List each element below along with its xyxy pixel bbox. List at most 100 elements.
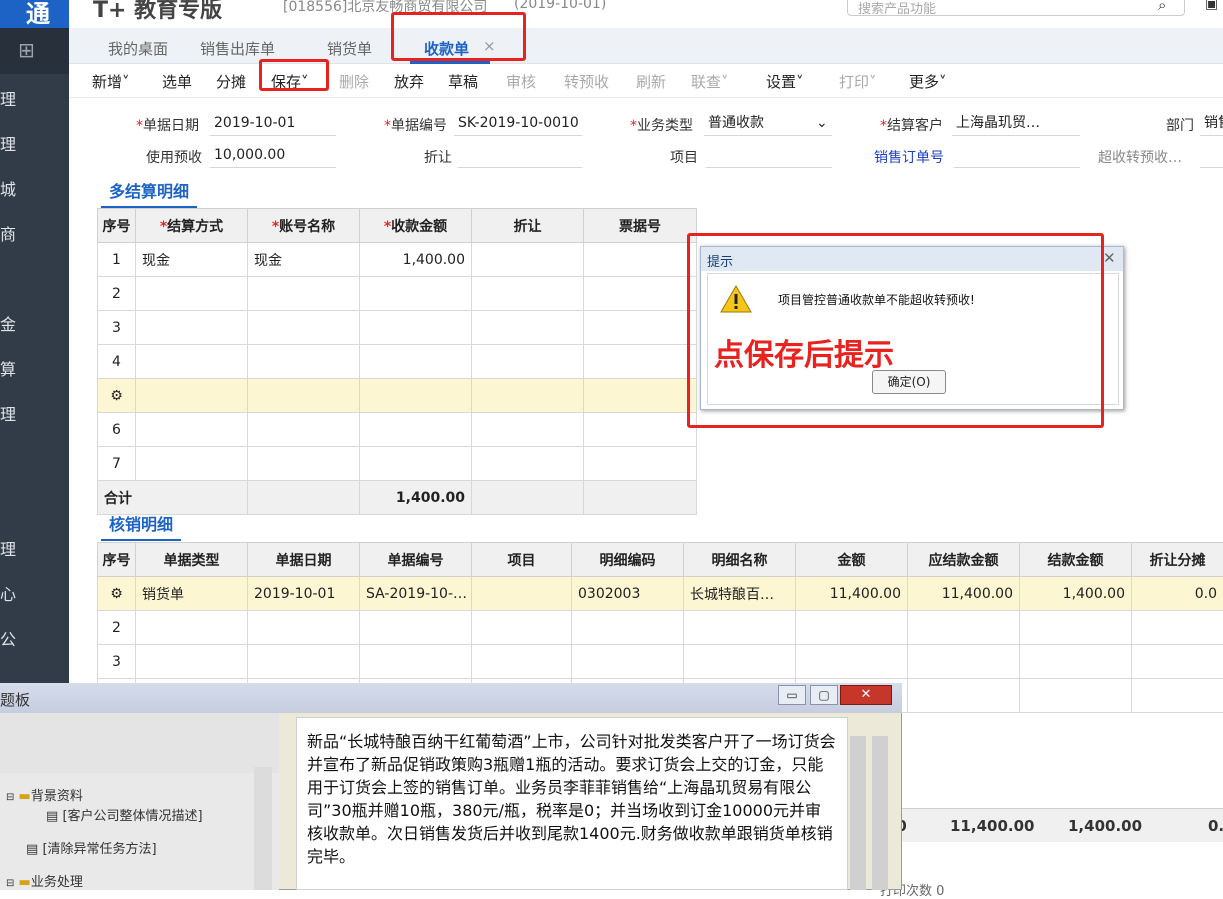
cell[interactable]: [472, 413, 584, 447]
prepay-field[interactable]: 10,000.00: [210, 144, 336, 168]
minimize-button[interactable]: ▭: [778, 685, 806, 705]
biz-type-select[interactable]: 普通收款⌄: [704, 112, 832, 136]
over-receive-field[interactable]: [1200, 144, 1223, 168]
doc-date-field[interactable]: 2019-10-01: [210, 112, 336, 136]
table-row[interactable]: 4: [98, 345, 697, 379]
cell[interactable]: [584, 345, 697, 379]
nav-item-6[interactable]: 算: [0, 356, 16, 380]
discount-field[interactable]: [458, 144, 582, 168]
sales-order-field[interactable]: [954, 144, 1080, 168]
nav-item-2[interactable]: 理: [0, 131, 16, 155]
table-row[interactable]: 3: [98, 311, 697, 345]
query-button[interactable]: 联查˅: [691, 71, 729, 92]
table-row[interactable]: 6: [98, 413, 697, 447]
more-button[interactable]: 更多˅: [909, 71, 947, 92]
cell[interactable]: [360, 447, 472, 481]
draft-button[interactable]: 草稿: [448, 71, 478, 92]
new-button[interactable]: 新增˅: [92, 71, 130, 92]
settled-cell[interactable]: 1,400.00: [1020, 577, 1132, 611]
to-prepay-button[interactable]: 转预收: [564, 71, 609, 92]
cell[interactable]: [136, 345, 248, 379]
cell[interactable]: [472, 277, 584, 311]
account-cell[interactable]: 现金: [248, 243, 360, 277]
print-button[interactable]: 打印˅: [839, 71, 877, 92]
split-button[interactable]: 分摊: [216, 71, 246, 92]
cell[interactable]: [136, 311, 248, 345]
maximize-button[interactable]: ▢: [810, 685, 838, 705]
audit-button[interactable]: 审核: [506, 71, 536, 92]
cell[interactable]: [584, 447, 697, 481]
abandon-button[interactable]: 放弃: [394, 71, 424, 92]
settle-method-cell[interactable]: 现金: [136, 243, 248, 277]
cell[interactable]: [360, 311, 472, 345]
cell[interactable]: [472, 379, 584, 413]
nav-item-10[interactable]: 公: [0, 626, 16, 650]
refresh-button[interactable]: 刷新: [636, 71, 666, 92]
doc-no-link[interactable]: SA-2019-10-…: [360, 577, 472, 611]
settings-button[interactable]: 设置˅: [766, 71, 804, 92]
delete-button[interactable]: 删除: [339, 71, 369, 92]
cell[interactable]: [360, 277, 472, 311]
doc-no-field[interactable]: SK-2019-10-0010: [454, 112, 582, 136]
tab-sales-outbound[interactable]: 销售出库单: [200, 38, 275, 59]
table-row[interactable]: ⚙ 销货单 2019-10-01 SA-2019-10-… 0302003 长城…: [98, 577, 1223, 611]
table-row[interactable]: ⚙: [98, 379, 697, 413]
tree-node-clear-task[interactable]: ▤ [清除异常任务方法]: [26, 838, 157, 857]
bill-no-cell[interactable]: [584, 243, 697, 277]
nav-item-4[interactable]: 商: [0, 221, 16, 245]
nav-item-9[interactable]: 心: [0, 581, 16, 605]
add-menu-button[interactable]: ⊞: [0, 28, 69, 74]
cell[interactable]: [360, 413, 472, 447]
select-button[interactable]: 选单: [162, 71, 192, 92]
cell[interactable]: [248, 447, 360, 481]
cell[interactable]: [584, 311, 697, 345]
row-settings-icon[interactable]: ⚙: [98, 379, 136, 413]
close-button[interactable]: ✕: [840, 685, 892, 705]
table-row[interactable]: 2: [98, 277, 697, 311]
cell[interactable]: [136, 277, 248, 311]
project-field[interactable]: [706, 144, 832, 168]
cell[interactable]: [360, 345, 472, 379]
cell[interactable]: [248, 277, 360, 311]
cell[interactable]: [248, 413, 360, 447]
table-row[interactable]: 3: [98, 645, 1223, 679]
discount-share-cell[interactable]: 0.0: [1132, 577, 1223, 611]
cell[interactable]: [248, 379, 360, 413]
dept-field[interactable]: 销售: [1200, 112, 1223, 136]
tab-sales-invoice[interactable]: 销货单: [327, 38, 372, 59]
cell[interactable]: [472, 345, 584, 379]
settle-section-title[interactable]: 多结算明细: [101, 178, 197, 208]
tree-node-company[interactable]: ▤ [客户公司整体情况描述]: [46, 805, 203, 824]
cell[interactable]: [360, 379, 472, 413]
writeoff-section-title[interactable]: 核销明细: [101, 511, 181, 541]
cell[interactable]: [136, 413, 248, 447]
nav-item-7[interactable]: 理: [0, 401, 16, 425]
text-scrollbar-2[interactable]: [872, 736, 888, 890]
table-row[interactable]: 2: [98, 611, 1223, 645]
text-scrollbar[interactable]: [850, 736, 866, 890]
nav-item-3[interactable]: 城: [0, 176, 16, 200]
cell[interactable]: [248, 311, 360, 345]
nav-item-1[interactable]: 理: [0, 86, 16, 110]
cell[interactable]: [136, 379, 248, 413]
cell[interactable]: [472, 447, 584, 481]
tree-scrollbar[interactable]: [254, 767, 272, 890]
save-disk-icon[interactable]: ▣: [1205, 0, 1218, 12]
cell[interactable]: [584, 277, 697, 311]
table-row[interactable]: 7: [98, 447, 697, 481]
tab-desktop[interactable]: 我的桌面: [108, 38, 168, 59]
table-row[interactable]: 1现金现金1,400.00: [98, 243, 697, 277]
cell[interactable]: [472, 311, 584, 345]
nav-item-5[interactable]: 金: [0, 311, 16, 335]
nav-item-8[interactable]: 理: [0, 536, 16, 560]
cell[interactable]: [136, 447, 248, 481]
amount-cell[interactable]: 1,400.00: [360, 243, 472, 277]
close-icon[interactable]: ✕: [1103, 249, 1116, 267]
customer-field[interactable]: 上海晶玑贸…: [952, 112, 1080, 136]
cell[interactable]: [248, 345, 360, 379]
row-settings-icon[interactable]: ⚙: [98, 577, 136, 611]
search-input[interactable]: 搜索产品功能 ⌕: [847, 0, 1185, 16]
tree-node-business[interactable]: ⊟ ▬业务处理: [6, 871, 83, 890]
tree-node-background[interactable]: ⊟ ▬背景资料: [6, 785, 83, 804]
discount-cell[interactable]: [472, 243, 584, 277]
